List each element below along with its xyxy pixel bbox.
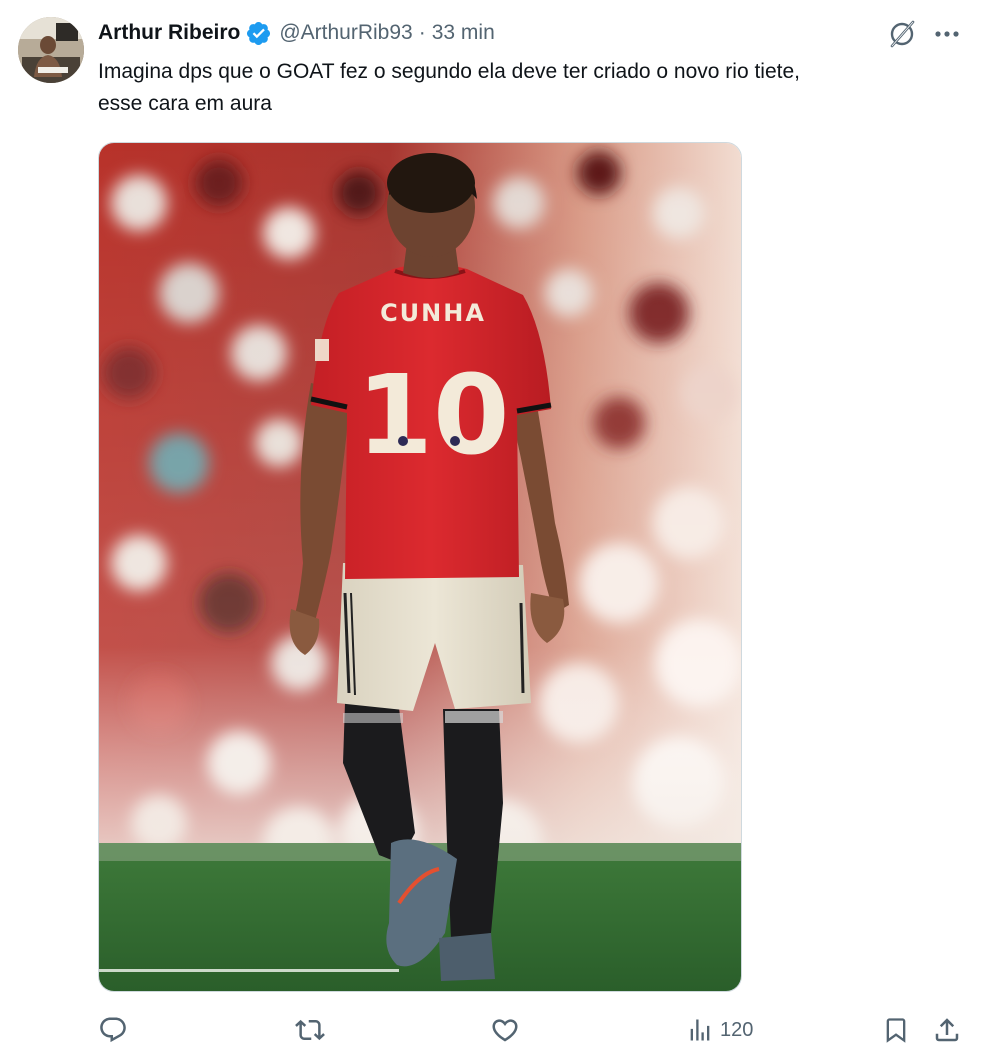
bookmark-button[interactable] — [882, 1012, 910, 1048]
reply-icon — [100, 1017, 126, 1043]
user-handle[interactable]: @ArthurRib93 — [279, 21, 412, 45]
views-button[interactable]: 120 — [686, 1012, 753, 1048]
avatar-image — [18, 17, 84, 83]
tweet-header: Arthur Ribeiro @ArthurRib93 · 33 min — [98, 18, 495, 48]
avatar[interactable] — [18, 17, 84, 83]
jersey-number: 10 — [356, 351, 509, 479]
share-icon — [935, 1018, 959, 1042]
tweet-text: Imagina dps que o GOAT fez o segundo ela… — [98, 60, 800, 115]
tweet: Arthur Ribeiro @ArthurRib93 · 33 min Ima… — [0, 0, 984, 1058]
grok-icon[interactable] — [886, 18, 918, 50]
display-name[interactable]: Arthur Ribeiro — [98, 21, 240, 45]
bookmark-icon — [886, 1018, 906, 1043]
separator-dot: · — [418, 21, 426, 44]
tweet-actions: 120 — [0, 1012, 984, 1048]
timestamp[interactable]: 33 min — [432, 21, 495, 45]
like-icon — [492, 1019, 518, 1042]
more-icon[interactable] — [932, 20, 962, 48]
verified-badge-icon[interactable] — [245, 20, 272, 47]
jersey-name: CUNHA — [380, 299, 486, 327]
like-button[interactable] — [490, 1012, 526, 1048]
retweet-button[interactable] — [294, 1012, 332, 1048]
photo-football-player: CUNHA 10 — [99, 143, 741, 991]
views-icon — [690, 1019, 710, 1041]
retweet-icon — [295, 1019, 325, 1041]
tweet-image[interactable]: CUNHA 10 — [98, 142, 742, 992]
share-button[interactable] — [932, 1012, 962, 1048]
views-count: 120 — [720, 1018, 754, 1041]
reply-button[interactable] — [98, 1012, 134, 1048]
